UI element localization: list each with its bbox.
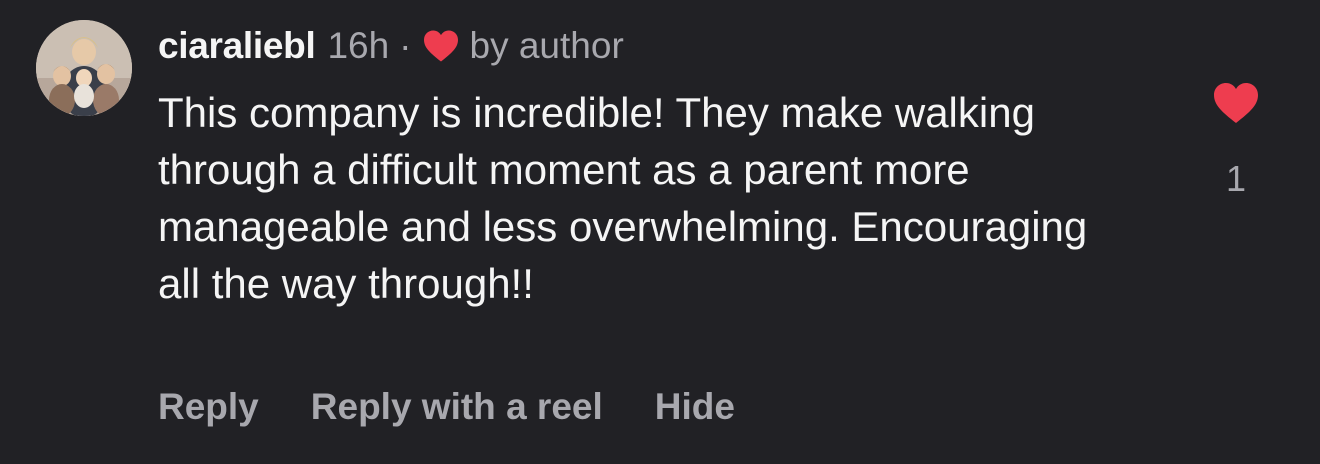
- comment-timestamp: 16h: [327, 25, 390, 66]
- username-link[interactable]: ciaraliebl: [158, 25, 316, 67]
- comment-actions: Reply Reply with a reel Hide: [158, 386, 787, 428]
- avatar[interactable]: [36, 20, 132, 116]
- like-count: 1: [1225, 158, 1247, 199]
- liked-by-author-label: by author: [469, 25, 624, 66]
- heart-filled-icon[interactable]: [1211, 81, 1261, 125]
- separator-dot: ·: [399, 25, 412, 66]
- reply-button[interactable]: Reply: [158, 386, 259, 428]
- comment-text: This company is incredible! They make wa…: [158, 89, 1088, 307]
- hide-button[interactable]: Hide: [655, 386, 735, 428]
- avatar-photo: [36, 20, 132, 116]
- reply-with-reel-button[interactable]: Reply with a reel: [311, 386, 603, 428]
- heart-icon: [422, 29, 460, 63]
- comment-header: ciaraliebl 16h · by author: [158, 22, 624, 70]
